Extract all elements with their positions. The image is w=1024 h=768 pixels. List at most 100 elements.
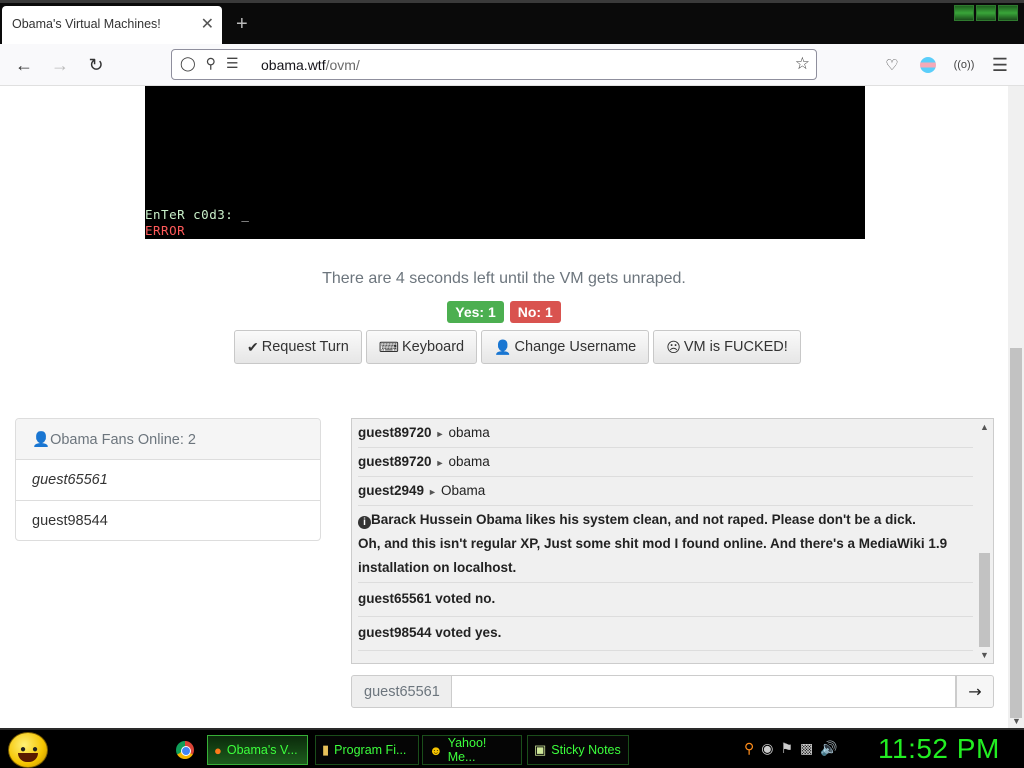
chevron-down-icon[interactable]: ▼ xyxy=(980,650,989,660)
taskbar-item-label: Program Fi... xyxy=(334,743,407,757)
online-users-header: 👤Obama Fans Online: 2 xyxy=(16,419,320,460)
taskbar-item[interactable]: ☻ Yahoo! Me... xyxy=(422,735,522,765)
request-turn-button[interactable]: ✔ Request Turn xyxy=(234,330,362,364)
browser-tab-bar: Obama's Virtual Machines! ✕ + xyxy=(0,0,1024,44)
vm-error-text: ERROR xyxy=(145,223,186,238)
menu-icon[interactable]: ☰ xyxy=(988,53,1012,77)
network-icon[interactable]: ◉ xyxy=(761,740,773,757)
vote-no-badge: No: 1 xyxy=(509,301,561,323)
bookmark-star-icon[interactable]: ☆ xyxy=(795,54,810,74)
keyboard-label: Keyboard xyxy=(402,339,465,355)
taskbar-clock[interactable]: 11:52 PM xyxy=(878,733,1000,765)
arrow-icon: ► xyxy=(435,429,445,439)
chat-username[interactable]: guest89720 xyxy=(358,425,432,440)
checkmark-icon: ✔ xyxy=(247,338,259,355)
chrome-icon[interactable] xyxy=(176,741,194,759)
volume-icon[interactable]: 🔊 xyxy=(820,740,837,757)
chat-text: obama xyxy=(448,425,490,440)
chat-system-message: guest98544 voted yes. xyxy=(358,617,973,651)
send-button[interactable]: → xyxy=(956,675,994,708)
chat-system-message: guest65561 voted no. xyxy=(358,583,973,617)
vote-reset-button[interactable]: ☹ VM is FUCKED! xyxy=(653,330,801,364)
taskbar-item-label: Obama's V... xyxy=(226,743,298,757)
browser-tab[interactable]: Obama's Virtual Machines! ✕ xyxy=(2,6,222,44)
page-scroll-thumb[interactable] xyxy=(1010,348,1022,718)
frown-icon: ☹ xyxy=(666,338,681,355)
shield-icon[interactable]: ◯ xyxy=(180,55,196,72)
taskbar-item-label: Sticky Notes xyxy=(551,743,621,757)
pocket-icon[interactable]: ♡ xyxy=(880,53,904,77)
online-users-panel: 👤Obama Fans Online: 2 guest65561 guest98… xyxy=(15,418,321,541)
chat-input[interactable] xyxy=(452,675,956,708)
vote-yes-badge: Yes: 1 xyxy=(447,301,504,323)
user-edit-icon: 👤 xyxy=(494,338,512,355)
request-turn-label: Request Turn xyxy=(261,339,349,355)
vm-button-row: ✔ Request Turn ⌨ Keyboard 👤 Change Usern… xyxy=(234,330,801,364)
sticky-notes-icon: ▣ xyxy=(534,742,547,757)
start-button[interactable]: ●● xyxy=(8,732,48,768)
arrow-icon: ► xyxy=(435,458,445,468)
change-username-button[interactable]: 👤 Change Username xyxy=(481,330,650,364)
reload-icon[interactable]: ↻ xyxy=(83,52,109,78)
chat-message: guest2949 ► Obama xyxy=(358,477,973,506)
page-scrollbar[interactable]: ▼ xyxy=(1008,86,1024,728)
extension-icon[interactable]: ((o)) xyxy=(952,53,976,77)
account-icon[interactable] xyxy=(916,53,940,77)
motd-line-1: Barack Hussein Obama likes his system cl… xyxy=(371,512,916,527)
maximize-button[interactable] xyxy=(976,5,996,21)
system-tray: ⚲ ◉ ⚑ ▩ 🔊 xyxy=(744,740,838,757)
minimize-button[interactable] xyxy=(954,5,974,21)
url-text[interactable]: obama.wtf/ovm/ xyxy=(261,57,360,73)
search-icon[interactable]: ⚲ xyxy=(744,740,754,757)
arrow-icon: ► xyxy=(428,487,437,497)
page-info-icon[interactable]: ☰ xyxy=(226,55,239,72)
taskbar-item[interactable]: ● Obama's V... xyxy=(207,735,308,765)
permissions-icon[interactable]: ⚲ xyxy=(206,55,216,72)
back-icon[interactable]: ← xyxy=(11,52,37,78)
forward-icon[interactable]: → xyxy=(47,52,73,78)
vm-display[interactable]: EnTeR c0d3: _ ERROR xyxy=(145,86,865,239)
messenger-icon: ☻ xyxy=(429,742,443,758)
navigation-bar: ← → ↻ ◯ ⚲ ☰ obama.wtf/ovm/ ☆ ♡ ((o)) ☰ xyxy=(0,44,1024,86)
chevron-down-icon[interactable]: ▼ xyxy=(1012,716,1021,726)
chat-username[interactable]: guest89720 xyxy=(358,454,432,469)
chat-message: guest89720 ► obama xyxy=(358,448,973,477)
vote-reset-label: VM is FUCKED! xyxy=(683,339,788,355)
chevron-up-icon[interactable]: ▲ xyxy=(980,422,989,432)
chat-message: guest89720 ► obama xyxy=(358,419,973,448)
user-icon: 👤 xyxy=(32,432,51,448)
tab-title: Obama's Virtual Machines! xyxy=(12,17,161,31)
taskbar-item[interactable]: ▮ Program Fi... xyxy=(315,735,419,765)
user-list-item[interactable]: guest65561 xyxy=(16,460,320,501)
chat-text: obama xyxy=(448,454,490,469)
chat-scroll-thumb[interactable] xyxy=(979,553,990,647)
vm-prompt-text: EnTeR c0d3: xyxy=(145,207,242,222)
chat-log: guest89720 ► obama guest89720 ► obama guest2… xyxy=(351,418,994,664)
url-path: /ovm/ xyxy=(325,57,360,73)
info-icon: i xyxy=(358,516,371,529)
taskbar-item-label: Yahoo! Me... xyxy=(447,736,487,764)
online-users-title: Obama Fans Online: 2 xyxy=(50,432,196,448)
vm-cursor: _ xyxy=(241,207,250,222)
close-tab-icon[interactable]: ✕ xyxy=(201,14,214,34)
url-host: obama.wtf xyxy=(261,57,326,73)
keyboard-icon: ⌨ xyxy=(378,338,400,355)
vm-prompt-line: EnTeR c0d3: _ xyxy=(145,207,249,222)
chat-text: Obama xyxy=(440,483,486,498)
folder-icon: ▮ xyxy=(322,742,330,757)
new-tab-icon[interactable]: + xyxy=(236,13,248,36)
chat-username[interactable]: guest2949 xyxy=(358,483,424,498)
close-window-button[interactable] xyxy=(998,5,1018,21)
firefox-icon: ● xyxy=(214,742,222,758)
chat-username-addon: guest65561 xyxy=(351,675,452,708)
address-bar[interactable]: ◯ ⚲ ☰ obama.wtf/ovm/ ☆ xyxy=(171,49,817,80)
chat-scrollbar[interactable]: ▲ ▼ xyxy=(976,419,993,663)
user-list-item[interactable]: guest98544 xyxy=(16,501,320,540)
keyboard-button[interactable]: ⌨ Keyboard xyxy=(365,330,478,364)
flag-icon[interactable]: ⚑ xyxy=(780,740,793,757)
page-viewport: EnTeR c0d3: _ ERROR There are 4 seconds … xyxy=(0,86,1008,728)
chat-motd: i Barack Hussein Obama likes his system c… xyxy=(358,506,973,583)
display-icon[interactable]: ▩ xyxy=(800,740,813,757)
reset-countdown: There are 4 seconds left until the VM ge… xyxy=(322,270,686,287)
taskbar-item[interactable]: ▣ Sticky Notes xyxy=(527,735,629,765)
